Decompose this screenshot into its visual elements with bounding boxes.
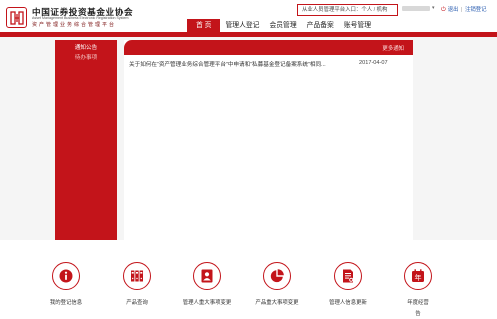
notice-date: 2017-04-07 bbox=[359, 60, 388, 66]
feature-manager-info-update[interactable]: 管理人信息更新 bbox=[313, 262, 383, 306]
nav-home[interactable]: 首 页 bbox=[187, 19, 221, 32]
more-notices-link[interactable]: 更多通知 bbox=[382, 44, 404, 52]
notice-panel: 更多通知 关于如何在“资产管理业务综合管理平台”中申请和“私募基金登记备案系统”… bbox=[124, 40, 413, 240]
person-card-icon[interactable] bbox=[193, 262, 221, 290]
entry-label: 从业人员管理平台入口： bbox=[302, 7, 362, 13]
feature-label-line2: 告 bbox=[415, 311, 421, 317]
feature-shortcuts: 我的登记信息 产品查询 管理人重大事项变更 产品重大事项变更 管理人信息更新 年… bbox=[0, 262, 497, 319]
power-icon[interactable]: ⏻ bbox=[441, 7, 446, 13]
calendar-year-icon[interactable]: 年 bbox=[404, 262, 432, 290]
user-name-redacted bbox=[402, 6, 430, 11]
link-divider: | bbox=[461, 7, 463, 13]
feature-label: 管理人信息更新 bbox=[329, 300, 367, 306]
sidebar-item-todo[interactable]: 待办事项 bbox=[55, 53, 117, 63]
info-icon[interactable] bbox=[52, 262, 80, 290]
nav-account-management[interactable]: 账号管理 bbox=[339, 19, 376, 32]
feature-label: 产品重大事项变更 bbox=[255, 300, 299, 306]
org-sub-title: 资产管理业务综合管理平台 bbox=[32, 22, 117, 28]
feature-product-query[interactable]: 产品查询 bbox=[102, 262, 172, 306]
pie-chart-icon[interactable] bbox=[263, 262, 291, 290]
feature-label: 管理人重大事项变更 bbox=[182, 300, 232, 306]
feature-label: 我的登记信息 bbox=[49, 300, 83, 306]
notice-row[interactable]: 关于如何在“资产管理业务综合管理平台”中申请和“私募基金登记备案系统”相同...… bbox=[124, 55, 413, 68]
chevron-down-icon[interactable]: ▾ bbox=[432, 5, 435, 11]
feature-label: 年度经营 bbox=[407, 300, 429, 306]
feature-label: 产品查询 bbox=[126, 300, 148, 306]
main-nav: 首 页 管理人登记 会员管理 产品备案 账号管理 bbox=[187, 19, 376, 32]
logo-icon[interactable] bbox=[6, 7, 27, 28]
notice-title[interactable]: 关于如何在“资产管理业务综合管理平台”中申请和“私募基金登记备案系统”相同... bbox=[129, 60, 359, 68]
sidebar-item-notices[interactable]: 通知公告 bbox=[55, 43, 117, 53]
org-name-en: Asset Management Business Electronic Reg… bbox=[32, 16, 129, 20]
nav-product-filing[interactable]: 产品备案 bbox=[302, 19, 339, 32]
nav-member-management[interactable]: 会员管理 bbox=[264, 19, 301, 32]
practitioner-entry-box: 从业人员管理平台入口：个人 / 机构 bbox=[297, 4, 398, 16]
cancel-registration-link[interactable]: 注销登记 bbox=[465, 7, 487, 13]
entry-sep: / bbox=[373, 7, 376, 13]
feature-product-major-change[interactable]: 产品重大事项变更 bbox=[242, 262, 312, 306]
top-links: ⏻ 退出 | 注销登记 bbox=[441, 5, 487, 14]
binders-icon[interactable] bbox=[123, 262, 151, 290]
feature-manager-major-change[interactable]: 管理人重大事项变更 bbox=[172, 262, 242, 306]
feature-annual-report[interactable]: 年 年度经营 告 bbox=[383, 262, 453, 317]
feature-my-registration[interactable]: 我的登记信息 bbox=[31, 262, 101, 306]
logout-link[interactable]: 退出 bbox=[448, 7, 459, 13]
notice-panel-header: 更多通知 bbox=[124, 40, 413, 55]
nav-manager-registration[interactable]: 管理人登记 bbox=[220, 19, 264, 32]
entry-org-link[interactable]: 机构 bbox=[377, 7, 388, 13]
document-icon[interactable] bbox=[334, 262, 362, 290]
sidebar: 通知公告 待办事项 bbox=[55, 40, 117, 240]
calendar-glyph: 年 bbox=[415, 273, 422, 282]
entry-personal-link[interactable]: 个人 bbox=[361, 7, 372, 13]
